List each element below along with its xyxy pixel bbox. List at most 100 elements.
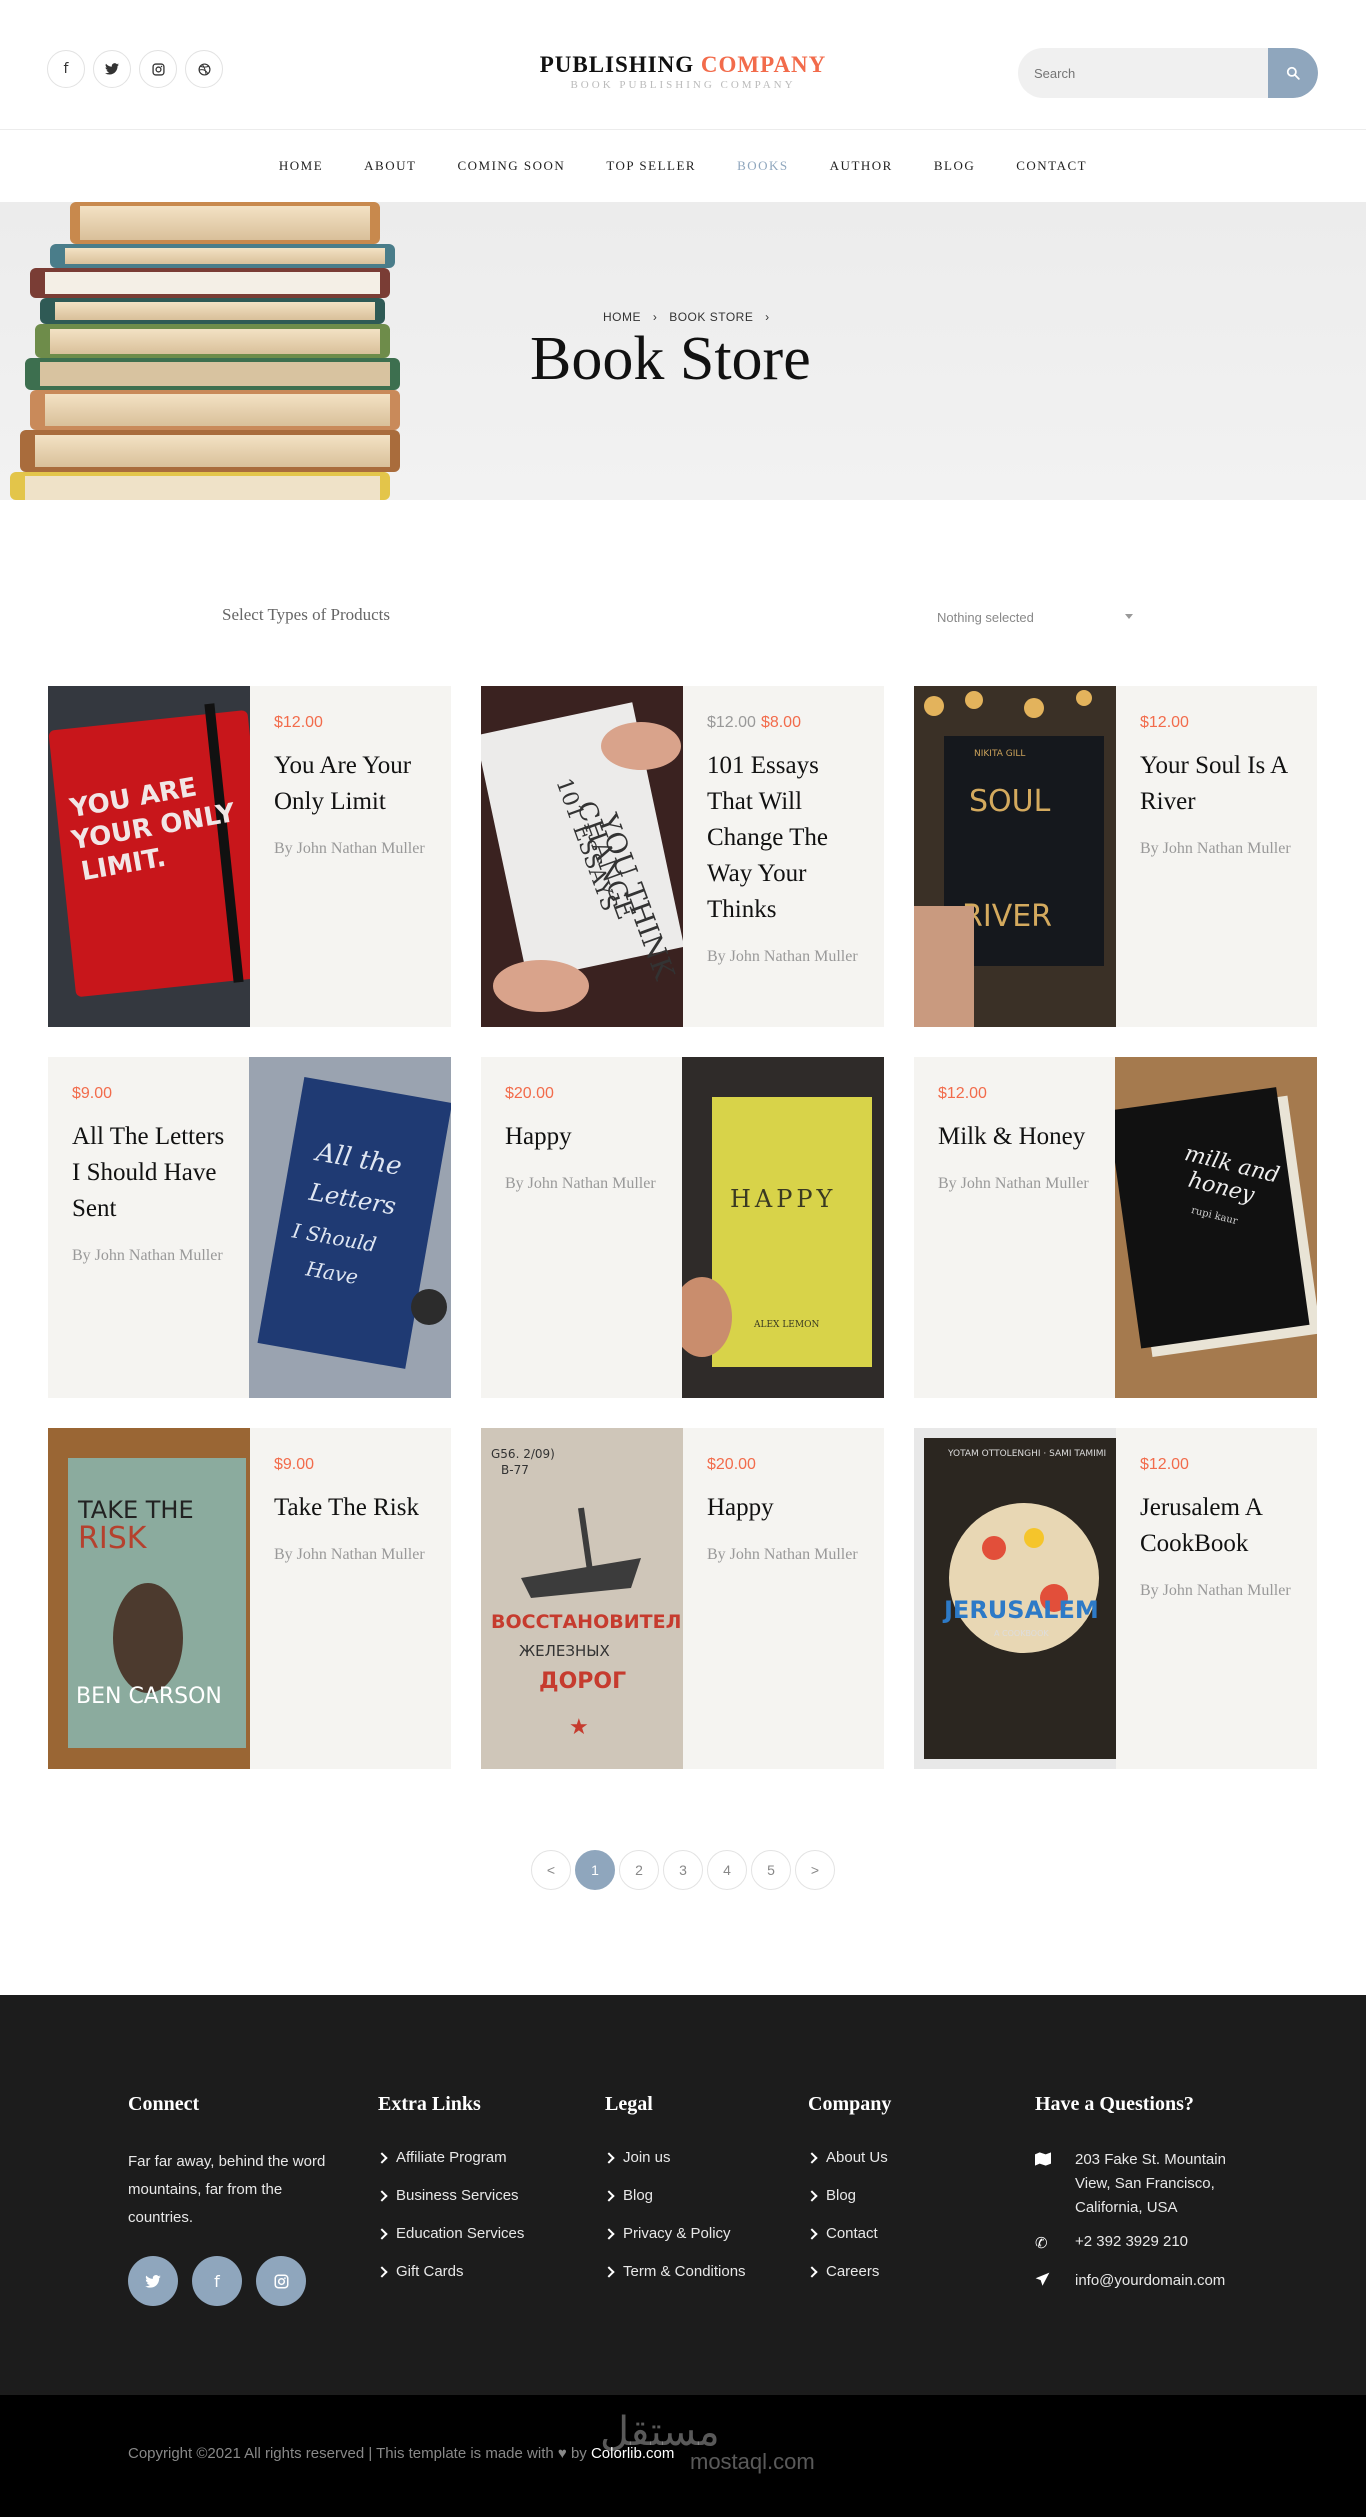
book-price: $12.00 xyxy=(938,1085,987,1102)
book-grid: YOU ARE YOUR ONLY LIMIT. $12.00 You Are Yo… xyxy=(48,686,1318,1769)
book-author: By John Nathan Muller xyxy=(1140,840,1291,857)
filter-label: Select Types of Products xyxy=(222,605,390,624)
footer-link[interactable]: Careers xyxy=(806,2262,891,2281)
book-price: $12.00 xyxy=(1140,714,1189,731)
pagination-page[interactable]: 5 xyxy=(751,1850,791,1890)
svg-text:YOTAM OTTOLENGHI · SAMI TAMIMI: YOTAM OTTOLENGHI · SAMI TAMIMI xyxy=(947,1449,1106,1459)
footer-link[interactable]: About Us xyxy=(806,2148,891,2167)
book-cover[interactable]: G56. 2/09) B-77 ВОССТАНОВИТЕЛИ ЖЕЛЕЗНЫХ ДОРО… xyxy=(481,1428,683,1769)
book-author: By John Nathan Muller xyxy=(1140,1582,1291,1599)
book-card[interactable]: milk and honey rupi kaur $12.00 Milk & Hon… xyxy=(914,1057,1317,1398)
nav-books[interactable]: BOOKS xyxy=(737,158,789,174)
book-author: By John Nathan Muller xyxy=(274,1546,425,1563)
book-card[interactable]: HAPPY ALEX LEMON $20.00 Happy By John Nat… xyxy=(481,1057,884,1398)
book-cover[interactable]: HAPPY ALEX LEMON xyxy=(682,1057,884,1398)
book-cover[interactable]: NIKITA GILL SOUL RIVER xyxy=(914,686,1116,1027)
footer-connect: Connect Far far away, behind the word mo… xyxy=(128,2093,328,2306)
contact-email[interactable]: info@yourdomain.com xyxy=(1035,2269,1255,2294)
breadcrumb-home[interactable]: HOME › xyxy=(603,310,657,324)
nav-about[interactable]: ABOUT xyxy=(364,158,416,174)
nav-coming-soon[interactable]: COMING SOON xyxy=(457,158,565,174)
book-old-price: $12.00 xyxy=(707,714,756,731)
footer-link[interactable]: Gift Cards xyxy=(376,2262,524,2281)
footer-link[interactable]: Term & Conditions xyxy=(603,2262,746,2281)
select-value: Nothing selected xyxy=(937,610,1034,625)
site-footer: Connect Far far away, behind the word mo… xyxy=(0,1995,1366,2395)
instagram-icon[interactable] xyxy=(256,2256,306,2306)
book-card[interactable]: NIKITA GILL SOUL RIVER $12.00 Your Soul Is… xyxy=(914,686,1317,1027)
search-input[interactable] xyxy=(1034,48,1274,98)
book-title[interactable]: Take The Risk xyxy=(274,1490,429,1526)
pagination-page[interactable]: 2 xyxy=(619,1850,659,1890)
nav-home[interactable]: HOME xyxy=(279,158,323,174)
footer-link[interactable]: Privacy & Policy xyxy=(603,2224,746,2243)
colorlib-link[interactable]: Colorlib.com xyxy=(591,2445,674,2462)
top-header: f PUBLISHING COMPANY BOOK PUBLISHING COM… xyxy=(0,0,1366,130)
book-cover[interactable]: 101 ESSAYS CHANGE YOU THINK xyxy=(481,686,683,1027)
caret-down-icon xyxy=(1125,614,1133,619)
book-title[interactable]: Happy xyxy=(505,1119,660,1155)
page-title: Book Store xyxy=(530,325,811,393)
book-card[interactable]: All the Letters I Should Have $9.00 All The… xyxy=(48,1057,451,1398)
search-button[interactable] xyxy=(1268,48,1318,98)
book-card[interactable]: TAKE THE RISK BEN CARSON $9.00 Take The Ri… xyxy=(48,1428,451,1769)
copyright-bar: مستقل mostaql.com Copyright ©2021 All ri… xyxy=(0,2395,1366,2517)
pagination-page[interactable]: 4 xyxy=(707,1850,747,1890)
nav-blog[interactable]: BLOG xyxy=(934,158,975,174)
footer-link[interactable]: Business Services xyxy=(376,2186,524,2205)
book-title[interactable]: Jerusalem A CookBook xyxy=(1140,1490,1295,1562)
book-title[interactable]: 101 Essays That Will Change The Way Your… xyxy=(707,748,862,928)
nav-contact[interactable]: CONTACT xyxy=(1016,158,1087,174)
footer-extra-links: Extra Links Affiliate Program Business S… xyxy=(376,2093,524,2300)
footer-company: Company About Us Blog Contact Careers xyxy=(806,2093,892,2300)
twitter-icon[interactable] xyxy=(128,2256,178,2306)
pagination: < 1 2 3 4 5 > xyxy=(0,1850,1366,1890)
book-cover[interactable]: YOU ARE YOUR ONLY LIMIT. xyxy=(48,686,250,1027)
watermark-latin: mostaql.com xyxy=(690,2449,815,2474)
svg-text:ДОРОГ: ДОРОГ xyxy=(539,1669,626,1694)
book-title[interactable]: Milk & Honey xyxy=(938,1119,1093,1155)
svg-text:BEN CARSON: BEN CARSON xyxy=(76,1684,222,1709)
footer-link[interactable]: Education Services xyxy=(376,2224,524,2243)
footer-link[interactable]: Blog xyxy=(806,2186,891,2205)
book-card[interactable]: YOU ARE YOUR ONLY LIMIT. $12.00 You Are Yo… xyxy=(48,686,451,1027)
nav-author[interactable]: AUTHOR xyxy=(830,158,893,174)
book-title[interactable]: Happy xyxy=(707,1490,862,1526)
chevron-right-icon xyxy=(376,2151,388,2164)
chevron-right-icon xyxy=(603,2265,615,2278)
footer-link[interactable]: Contact xyxy=(806,2224,891,2243)
book-author: By John Nathan Muller xyxy=(274,840,425,857)
book-card[interactable]: 101 ESSAYS CHANGE YOU THINK $12.00 $8.00 10… xyxy=(481,686,884,1027)
book-title[interactable]: All The Letters I Should Have Sent xyxy=(72,1119,227,1227)
book-author: By John Nathan Muller xyxy=(938,1175,1089,1192)
pagination-next[interactable]: > xyxy=(795,1850,835,1890)
book-cover[interactable]: milk and honey rupi kaur xyxy=(1115,1057,1317,1398)
map-icon xyxy=(1035,2148,1075,2220)
footer-heading: Connect xyxy=(128,2093,200,2115)
book-cover[interactable]: All the Letters I Should Have xyxy=(249,1057,451,1398)
book-title[interactable]: You Are Your Only Limit xyxy=(274,748,429,820)
svg-text:RIVER: RIVER xyxy=(962,899,1052,934)
facebook-icon[interactable]: f xyxy=(192,2256,242,2306)
footer-link[interactable]: Blog xyxy=(603,2186,746,2205)
book-card[interactable]: G56. 2/09) B-77 ВОССТАНОВИТЕЛИ ЖЕЛЕЗНЫХ ДОРО… xyxy=(481,1428,884,1769)
book-card[interactable]: YOTAM OTTOLENGHI · SAMI TAMIMI JERUSALEM A… xyxy=(914,1428,1317,1769)
pagination-page[interactable]: 1 xyxy=(575,1850,615,1890)
book-cover[interactable]: YOTAM OTTOLENGHI · SAMI TAMIMI JERUSALEM A… xyxy=(914,1428,1116,1769)
breadcrumb-current: BOOK STORE › xyxy=(669,310,770,324)
contact-phone[interactable]: ✆ +2 392 3929 210 xyxy=(1035,2230,1255,2255)
svg-text:RISK: RISK xyxy=(78,1521,148,1556)
footer-heading: Company xyxy=(808,2093,892,2115)
book-cover[interactable]: TAKE THE RISK BEN CARSON xyxy=(48,1428,250,1769)
nav-top-seller[interactable]: TOP SELLER xyxy=(606,158,696,174)
pagination-prev[interactable]: < xyxy=(531,1850,571,1890)
product-type-select[interactable]: Nothing selected xyxy=(925,602,1145,636)
footer-link[interactable]: Join us xyxy=(603,2148,746,2167)
search-box xyxy=(1018,48,1318,98)
chevron-right-icon xyxy=(603,2151,615,2164)
copyright-text: Copyright ©2021 All rights reserved | Th… xyxy=(128,2445,675,2462)
pagination-page[interactable]: 3 xyxy=(663,1850,703,1890)
footer-link[interactable]: Affiliate Program xyxy=(376,2148,524,2167)
book-title[interactable]: Your Soul Is A River xyxy=(1140,748,1295,820)
paper-plane-icon xyxy=(1035,2269,1075,2294)
